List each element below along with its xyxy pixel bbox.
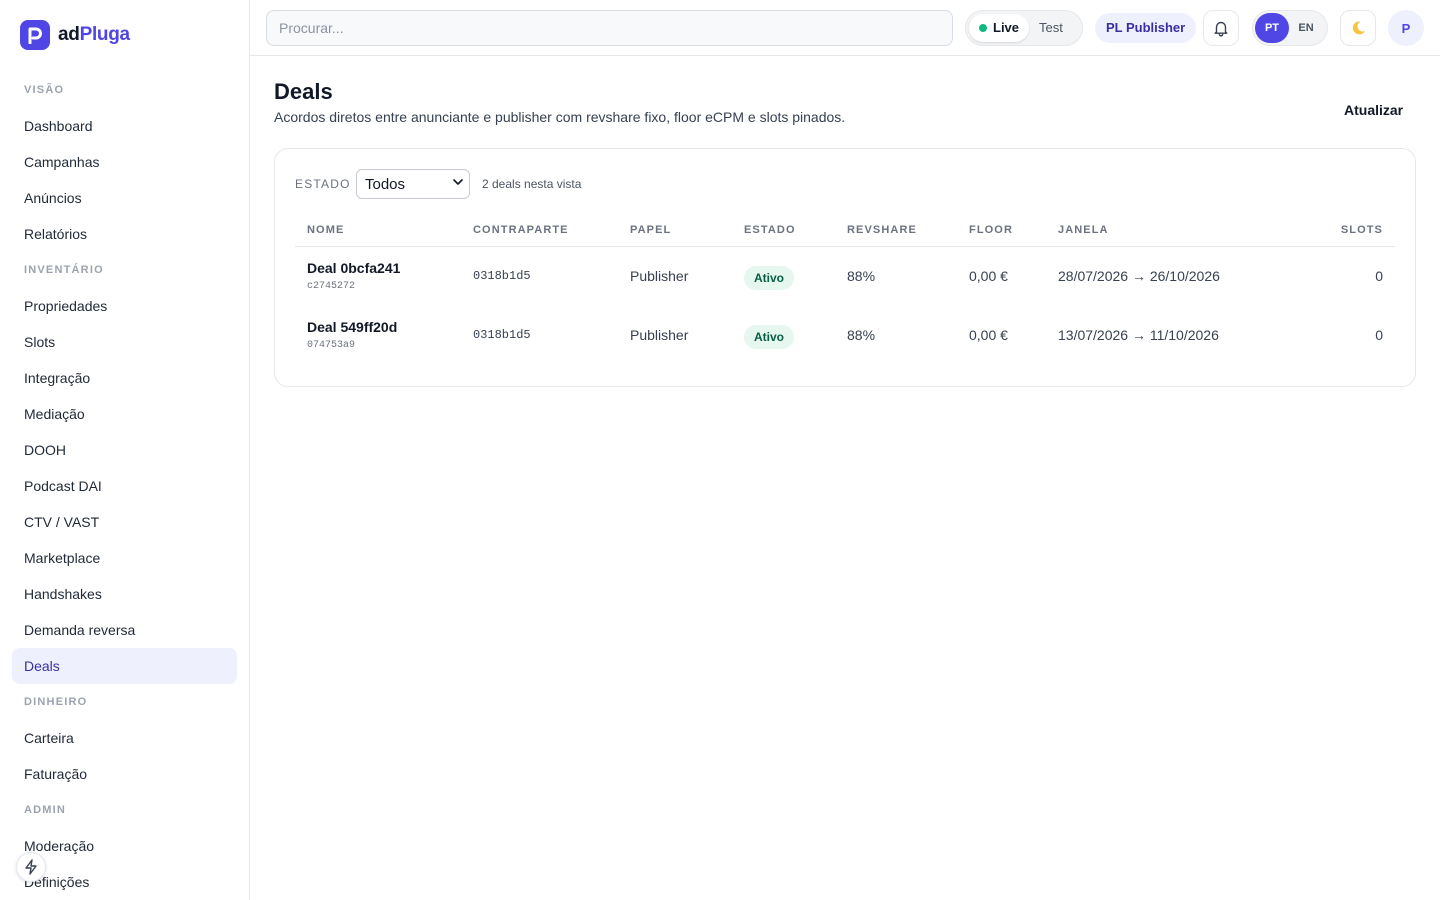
column-header-slots[interactable]: SLOTS xyxy=(1341,224,1383,236)
sidebar-nav: VISÃO Dashboard Campanhas Anúncios Relat… xyxy=(12,72,237,900)
deal-name[interactable]: Deal 0bcfa241 xyxy=(307,260,400,276)
column-header-papel[interactable]: PAPEL xyxy=(630,224,671,236)
column-header-revshare[interactable]: REVSHARE xyxy=(847,224,917,236)
role-badge[interactable]: PL Publisher xyxy=(1095,13,1197,43)
deal-role: Publisher xyxy=(630,327,689,343)
sidebar-item-carteira[interactable]: Carteira xyxy=(12,720,237,756)
quick-actions-button[interactable] xyxy=(16,852,46,882)
deal-counterparty: 0318b1d5 xyxy=(473,269,531,283)
sidebar-item-slots[interactable]: Slots xyxy=(12,324,237,360)
deal-slots: 0 xyxy=(1375,327,1383,343)
sidebar-item-anuncios[interactable]: Anúncios xyxy=(12,180,237,216)
deal-revshare: 88% xyxy=(847,327,876,343)
deal-revshare: 88% xyxy=(847,268,876,284)
brand-name: adPluga xyxy=(58,24,130,46)
deal-floor: 0,00 € xyxy=(969,268,1008,284)
notifications-button[interactable] xyxy=(1203,10,1239,46)
mode-test-button[interactable]: Test xyxy=(1029,14,1073,42)
sidebar-item-faturacao[interactable]: Faturação xyxy=(12,756,237,792)
sidebar-item-dooh[interactable]: DOOH xyxy=(12,432,237,468)
table-row[interactable]: Deal 0bcfa241 c2745272 0318b1d5 Publishe… xyxy=(295,248,1395,306)
column-header-estado[interactable]: ESTADO xyxy=(744,224,796,236)
sidebar-item-marketplace[interactable]: Marketplace xyxy=(12,540,237,576)
deal-id: c2745272 xyxy=(307,281,356,292)
environment-toggle: Live Test xyxy=(965,10,1083,46)
deal-slots: 0 xyxy=(1375,268,1383,284)
brand-name-part2: Pluga xyxy=(79,24,131,45)
deal-window: 28/07/2026 → 26/10/2026 xyxy=(1058,268,1220,284)
table-header: NOME CONTRAPARTE PAPEL ESTADO REVSHARE F… xyxy=(295,213,1395,247)
search-input[interactable] xyxy=(266,10,953,46)
table-row[interactable]: Deal 549ff20d 074753a9 0318b1d5 Publishe… xyxy=(295,307,1395,365)
nav-section-admin: ADMIN xyxy=(24,804,67,816)
deal-name[interactable]: Deal 549ff20d xyxy=(307,319,397,335)
brand-name-part1: ad xyxy=(58,24,80,45)
sidebar-item-campanhas[interactable]: Campanhas xyxy=(12,144,237,180)
bolt-icon xyxy=(25,859,37,875)
deal-role: Publisher xyxy=(630,268,689,284)
results-count: 2 deals nesta vista xyxy=(482,177,582,191)
language-toggle: PT EN xyxy=(1252,10,1328,46)
theme-toggle-button[interactable] xyxy=(1340,10,1376,46)
sidebar: adPluga VISÃO Dashboard Campanhas Anúnci… xyxy=(0,0,250,900)
lang-en-button[interactable]: EN xyxy=(1289,13,1323,43)
page-subtitle: Acordos diretos entre anunciante e publi… xyxy=(274,109,846,125)
sidebar-item-ctv-vast[interactable]: CTV / VAST xyxy=(12,504,237,540)
deal-counterparty: 0318b1d5 xyxy=(473,328,531,342)
sidebar-item-podcast-dai[interactable]: Podcast DAI xyxy=(12,468,237,504)
nav-section-dinheiro: DINHEIRO xyxy=(24,696,88,708)
status-filter-select[interactable]: Todos xyxy=(356,169,470,199)
sidebar-item-propriedades[interactable]: Propriedades xyxy=(12,288,237,324)
status-badge: Ativo xyxy=(744,325,794,349)
lang-pt-button[interactable]: PT xyxy=(1255,13,1289,43)
sidebar-item-relatorios[interactable]: Relatórios xyxy=(12,216,237,252)
sidebar-item-deals[interactable]: Deals xyxy=(12,648,237,684)
bell-icon xyxy=(1214,21,1228,37)
sidebar-item-dashboard[interactable]: Dashboard xyxy=(12,108,237,144)
mode-live-button[interactable]: Live xyxy=(969,14,1030,42)
nav-section-inventario: INVENTÁRIO xyxy=(24,264,104,276)
column-header-nome[interactable]: NOME xyxy=(307,224,344,236)
deal-id: 074753a9 xyxy=(307,340,356,351)
column-header-floor[interactable]: FLOOR xyxy=(969,224,1013,236)
sidebar-item-mediacao[interactable]: Mediação xyxy=(12,396,237,432)
live-status-dot xyxy=(979,24,987,32)
column-header-janela[interactable]: JANELA xyxy=(1058,224,1109,236)
deal-floor: 0,00 € xyxy=(969,327,1008,343)
page-title: Deals xyxy=(274,79,333,104)
sidebar-item-handshakes[interactable]: Handshakes xyxy=(12,576,237,612)
user-avatar[interactable]: P xyxy=(1388,10,1424,46)
brand-logo-icon xyxy=(20,20,50,50)
nav-section-visao: VISÃO xyxy=(24,84,65,96)
topbar: Live Test PL Publisher PT EN P xyxy=(250,0,1440,56)
sidebar-item-integracao[interactable]: Integração xyxy=(12,360,237,396)
deal-window: 13/07/2026 → 11/10/2026 xyxy=(1058,327,1219,343)
status-filter-label: ESTADO xyxy=(295,177,351,191)
brand[interactable]: adPluga xyxy=(20,20,130,50)
mode-live-label: Live xyxy=(993,20,1020,35)
sidebar-item-demanda-reversa[interactable]: Demanda reversa xyxy=(12,612,237,648)
column-header-contraparte[interactable]: CONTRAPARTE xyxy=(473,224,569,236)
sidebar-item-moderacao[interactable]: Moderação xyxy=(12,828,237,864)
moon-icon xyxy=(1352,21,1365,35)
refresh-button[interactable]: Atualizar xyxy=(1332,100,1415,120)
deals-card: ESTADO Todos 2 deals nesta vista NOME CO… xyxy=(274,148,1416,387)
status-badge: Ativo xyxy=(744,266,794,290)
